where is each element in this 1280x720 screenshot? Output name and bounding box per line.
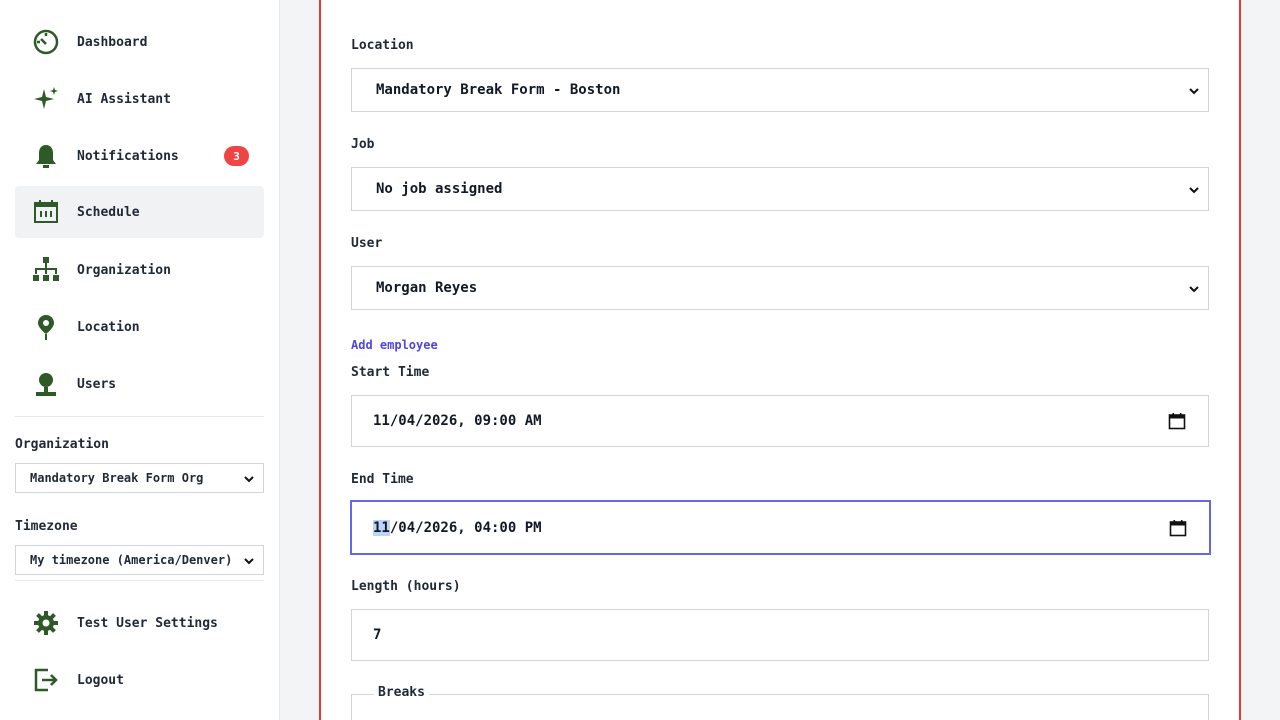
length-value: 7 [373,627,382,643]
length-label: Length (hours) [351,579,461,594]
map-pin-icon [30,311,62,343]
chevron-down-icon [1189,187,1199,194]
location-select-value: Mandatory Break Form - Boston [376,82,621,98]
breaks-fieldset: Breaks [351,685,1209,720]
sidebar-item-users[interactable]: Users [15,358,264,410]
shift-form-card: Location Mandatory Break Form - Boston J… [319,0,1241,720]
sidebar-item-label: Dashboard [77,34,148,50]
sidebar-item-label: Notifications [77,148,179,164]
chevron-down-icon [1189,286,1199,293]
user-select-value: Morgan Reyes [376,280,478,296]
sidebar-item-label: Users [77,376,117,392]
breaks-legend: Breaks [374,685,429,700]
calendar-icon [30,196,62,228]
org-chart-icon [30,254,62,286]
location-select[interactable]: Mandatory Break Form - Boston [351,68,1209,112]
end-time-input[interactable]: 11/04/2026, 04:00 PM [350,500,1211,555]
sidebar-divider [15,580,264,581]
sidebar-item-location[interactable]: Location [15,301,264,353]
logout-icon [30,664,62,696]
organization-select-value: Mandatory Break Form Org [30,471,204,485]
sidebar-item-organization[interactable]: Organization [15,244,264,296]
settings-button[interactable]: Test User Settings [15,597,264,649]
timezone-label: Timezone [15,519,78,534]
length-input[interactable]: 7 [351,609,1209,661]
start-time-label: Start Time [351,365,430,380]
sidebar-item-label: Organization [77,262,171,278]
calendar-picker-icon[interactable] [1169,519,1187,537]
sidebar-item-schedule[interactable]: Schedule [15,186,264,238]
organization-label: Organization [15,437,109,452]
job-select[interactable]: No job assigned [351,167,1209,211]
dashboard-icon [30,26,62,58]
location-label: Location [351,38,414,53]
organization-select[interactable]: Mandatory Break Form Org [15,463,264,493]
sidebar-divider [15,416,264,417]
bell-icon [30,140,62,172]
start-time-input[interactable]: 11/04/2026, 09:00 AM [351,395,1209,447]
end-time-selected-segment: 11 [373,519,390,536]
job-label: Job [351,137,375,152]
notification-count-badge: 3 [224,146,249,166]
gear-icon [30,607,62,639]
end-time-value: 11/04/2026, 04:00 PM [373,519,542,536]
chevron-down-icon [244,558,254,565]
end-time-label: End Time [351,472,414,487]
sparkle-icon [30,83,62,115]
add-employee-link[interactable]: Add employee [351,338,438,352]
job-select-value: No job assigned [376,181,503,197]
timezone-select[interactable]: My timezone (America/Denver) [15,545,264,575]
chevron-down-icon [1189,88,1199,95]
sidebar: Dashboard AI Assistant Notifications 3 S… [0,0,280,720]
chevron-down-icon [244,476,254,483]
user-label: User [351,236,383,251]
sidebar-item-label: Location [77,319,140,335]
sidebar-item-dashboard[interactable]: Dashboard [15,16,264,68]
start-time-value: 11/04/2026, 09:00 AM [373,413,542,429]
user-select[interactable]: Morgan Reyes [351,266,1209,310]
sidebar-item-label: Schedule [77,204,140,220]
calendar-picker-icon[interactable] [1168,412,1186,430]
user-icon [30,368,62,400]
end-time-value-rest: /04/2026, 04:00 PM [389,519,542,536]
sidebar-item-notifications[interactable]: Notifications 3 [15,130,264,182]
logout-label: Logout [77,672,124,688]
timezone-select-value: My timezone (America/Denver) [30,553,233,567]
logout-button[interactable]: Logout [15,654,264,706]
settings-label: Test User Settings [77,615,218,631]
sidebar-item-ai-assistant[interactable]: AI Assistant [15,73,264,125]
sidebar-item-label: AI Assistant [77,91,171,107]
